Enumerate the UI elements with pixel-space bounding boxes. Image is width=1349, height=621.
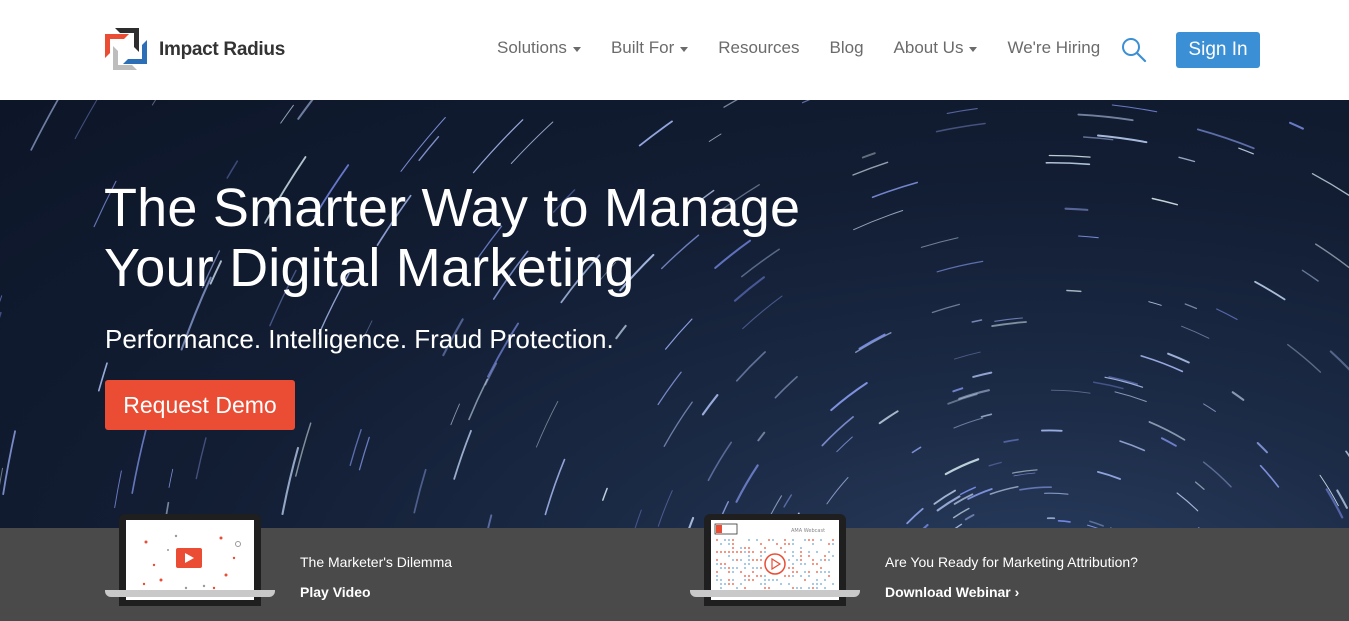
play-icon (764, 553, 786, 575)
nav-item-blog[interactable]: Blog (830, 38, 864, 58)
nav-item-label: We're Hiring (1007, 38, 1101, 57)
hero-subtitle: Performance. Intelligence. Fraud Protect… (105, 324, 614, 354)
video-preview-graphic (142, 534, 241, 590)
webinar-tag: AMA Webcast (791, 528, 825, 534)
webinar-preview-graphic: AMA Webcast (714, 523, 834, 593)
hero-title: The Smarter Way to Manage Your Digital M… (104, 178, 800, 298)
hero-title-line-1: The Smarter Way to Manage (104, 178, 801, 238)
nav-item-about-us[interactable]: About Us (894, 38, 978, 58)
nav-item-resources[interactable]: Resources (718, 38, 799, 58)
caret-down-icon (969, 46, 978, 52)
promo-strip: The Marketer's Dilemma Play Video AMA We… (0, 514, 1349, 621)
search-icon[interactable] (1121, 37, 1147, 63)
caret-down-icon (680, 46, 689, 52)
nav-item-label: Blog (829, 38, 864, 57)
nav-item-built-for[interactable]: Built For (610, 38, 689, 58)
nav-item-label: Built For (610, 38, 675, 57)
promo-title-video: The Marketer's Dilemma (300, 554, 453, 570)
star-trails-background (0, 100, 1349, 528)
nav-item-label: Solutions (497, 38, 567, 57)
promo-title-webinar: Are You Ready for Marketing Attribution? (885, 554, 1138, 570)
nav-item-label: About Us (893, 38, 964, 57)
caret-down-icon (572, 46, 581, 52)
site-header: Impact Radius Solutions Built For Resour… (0, 0, 1349, 100)
logo-mark-icon (105, 28, 149, 72)
nav-item-label: Resources (718, 38, 800, 57)
logo-text: Impact Radius (159, 39, 285, 60)
video-thumbnail[interactable] (105, 514, 275, 612)
download-webinar-link[interactable]: Download Webinar › (885, 584, 1019, 600)
sign-in-button[interactable]: Sign In (1176, 32, 1260, 68)
main-nav: Solutions Built For Resources Blog About… (497, 38, 1130, 58)
hero-title-line-2: Your Digital Marketing (104, 238, 635, 298)
nav-item-solutions[interactable]: Solutions (497, 38, 581, 58)
play-video-link[interactable]: Play Video (300, 584, 371, 600)
hero-banner: The Smarter Way to Manage Your Digital M… (0, 100, 1349, 528)
request-demo-button[interactable]: Request Demo (105, 380, 295, 430)
nav-item-hiring[interactable]: We're Hiring (1007, 38, 1100, 58)
webinar-thumbnail[interactable]: AMA Webcast (690, 514, 860, 612)
logo[interactable]: Impact Radius (105, 28, 285, 72)
